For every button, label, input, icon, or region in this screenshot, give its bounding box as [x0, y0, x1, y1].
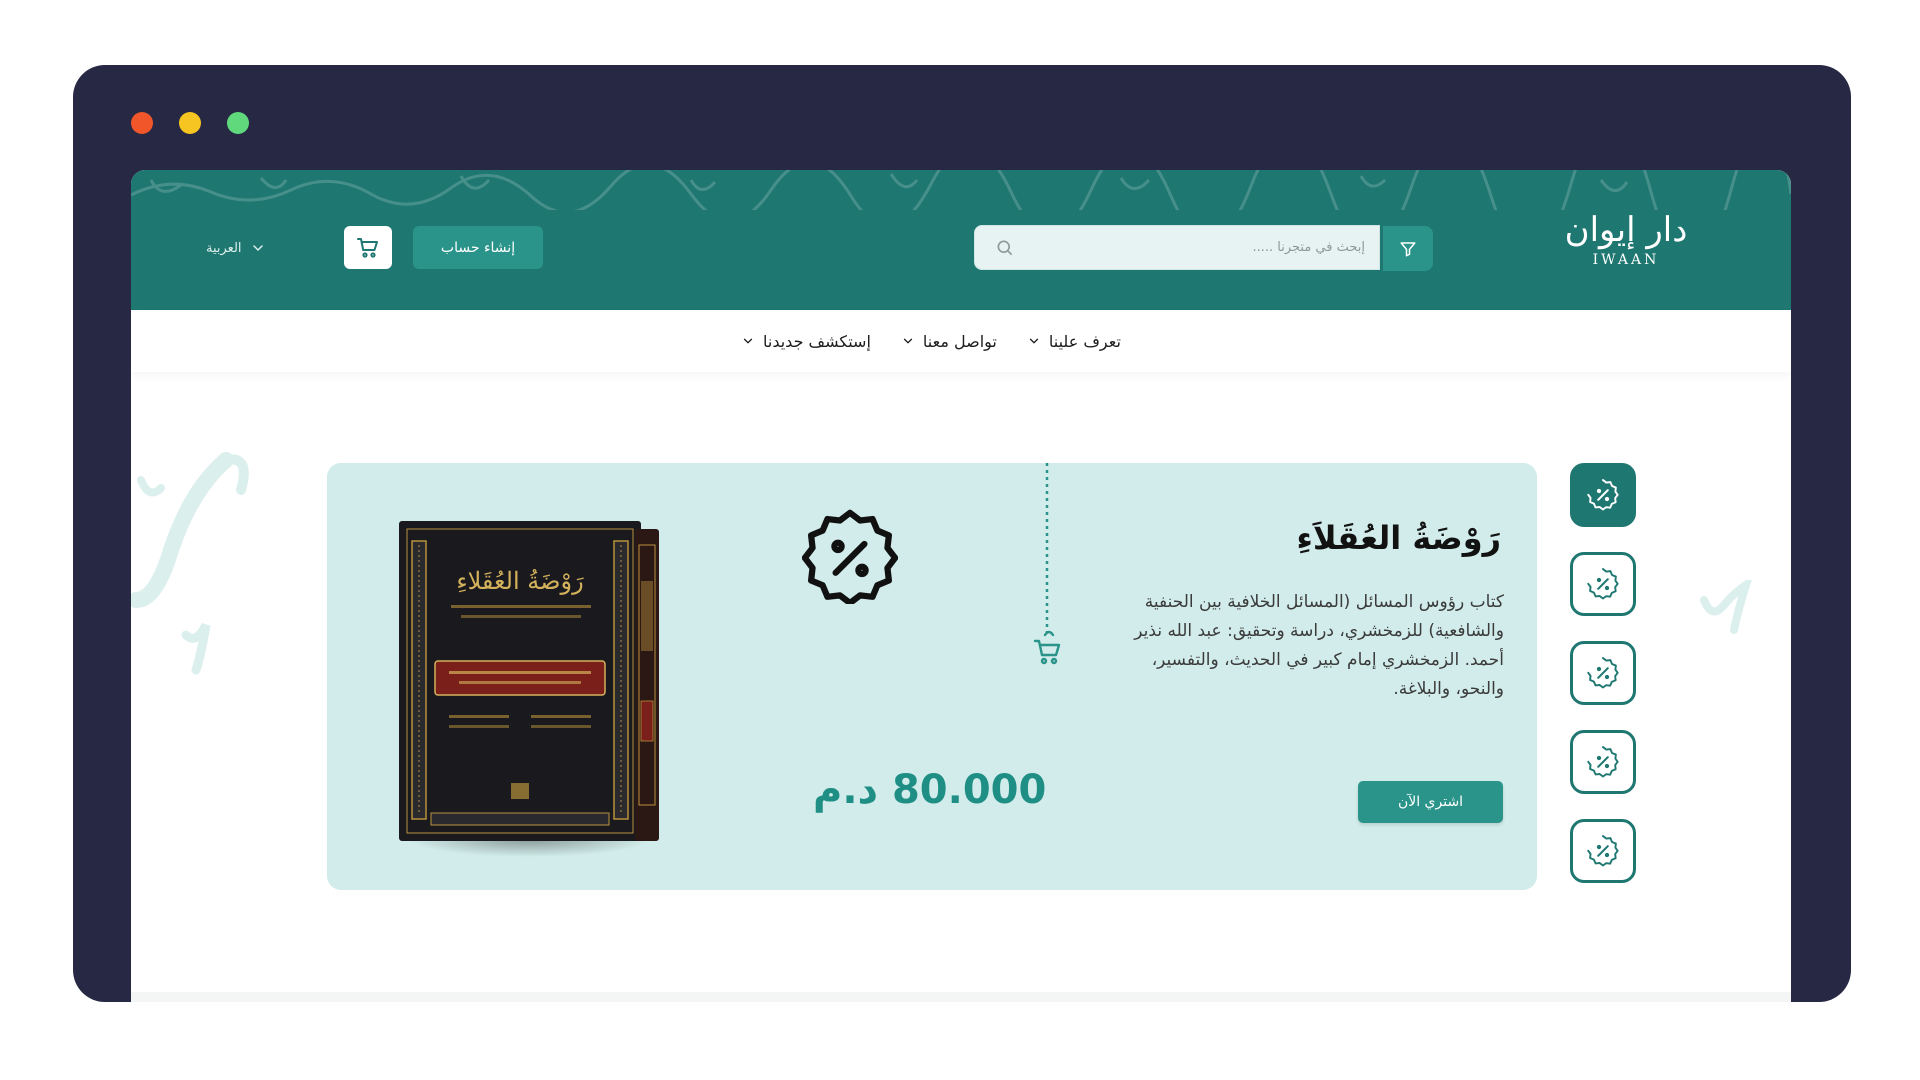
- filter-icon: [1400, 241, 1416, 256]
- create-account-button[interactable]: إنشاء حساب: [413, 226, 543, 269]
- chevron-down-icon: [252, 245, 263, 252]
- search-icon[interactable]: [995, 238, 1015, 258]
- discount-badge-icon: [1587, 835, 1619, 867]
- side-rail-item-2[interactable]: [1570, 552, 1636, 616]
- chevron-down-icon: [1029, 338, 1039, 344]
- browser-window: دار إيوان IWAAN إنشاء حساب: [73, 65, 1851, 1002]
- nav-item-discover-new[interactable]: إستكشف جديدنا: [741, 332, 871, 351]
- main-navigation: تعرف علينا تواصل معنا إستكشف جديدنا: [131, 310, 1791, 372]
- logo-latin-text: IWAAN: [1592, 252, 1660, 268]
- buy-now-button[interactable]: اشتري الآن: [1358, 781, 1503, 823]
- product-description: كتاب رؤوس المسائل (المسائل الخلافية بين …: [1134, 592, 1504, 699]
- side-rail-item-3[interactable]: [1570, 641, 1636, 705]
- window-controls: [131, 112, 249, 134]
- nav-item-label: تعرف علينا: [1048, 331, 1121, 351]
- decorative-calligraphy-right: [1700, 580, 1752, 634]
- discount-badge-icon: [1587, 746, 1619, 778]
- cart-button[interactable]: [344, 226, 392, 269]
- book-product-image: رَوْضَةُ العُقَلاءِ: [399, 521, 659, 857]
- nav-item-label: إستكشف جديدنا: [763, 331, 871, 351]
- header-calligraphy-pattern: [131, 170, 1791, 210]
- discount-badge-icon: [802, 509, 898, 604]
- website-viewport: دار إيوان IWAAN إنشاء حساب: [131, 170, 1791, 1002]
- side-rail-item-4[interactable]: [1570, 730, 1636, 794]
- language-selector[interactable]: العربية: [206, 236, 266, 260]
- product-price: 80.000 د.م: [813, 767, 1047, 813]
- maximize-window-button[interactable]: [227, 112, 249, 134]
- site-header: دار إيوان IWAAN إنشاء حساب: [131, 170, 1791, 310]
- book-cover-title: رَوْضَةُ العُقَلاءِ: [456, 567, 584, 595]
- side-rail-item-1[interactable]: [1570, 463, 1636, 527]
- close-window-button[interactable]: [131, 112, 153, 134]
- discount-badge-icon: [1587, 657, 1619, 689]
- nav-item-about-us[interactable]: تعرف علينا: [1027, 332, 1121, 351]
- decorative-calligraphy-left: [131, 452, 249, 675]
- logo-arabic-text: دار إيوان: [1564, 210, 1688, 250]
- page-section-divider: [131, 992, 1791, 1002]
- chevron-down-icon: [903, 338, 913, 344]
- featured-product-banner: رَوْضَةُ العُقَلاَءِ كتاب رؤوس المسائل (…: [327, 463, 1537, 890]
- nav-item-contact-us[interactable]: تواصل معنا: [901, 332, 997, 351]
- language-label: العربية: [206, 240, 242, 256]
- discount-badge-icon: [1587, 568, 1619, 600]
- site-logo[interactable]: دار إيوان IWAAN: [1556, 210, 1696, 278]
- filter-button[interactable]: [1383, 226, 1433, 271]
- cart-icon: [1033, 630, 1061, 665]
- cart-icon: [357, 237, 378, 258]
- nav-menu: تعرف علينا تواصل معنا إستكشف جديدنا: [741, 310, 1121, 372]
- chevron-down-icon: [743, 338, 753, 344]
- nav-item-label: تواصل معنا: [922, 331, 997, 351]
- minimize-window-button[interactable]: [179, 112, 201, 134]
- discount-badge-icon: [1587, 479, 1619, 511]
- search-input[interactable]: [1030, 226, 1365, 269]
- product-title: رَوْضَةُ العُقَلاَءِ: [1296, 519, 1501, 557]
- side-rail-item-5[interactable]: [1570, 819, 1636, 883]
- search-bar: [974, 225, 1380, 270]
- hanging-cart-ornament: [1033, 463, 1061, 665]
